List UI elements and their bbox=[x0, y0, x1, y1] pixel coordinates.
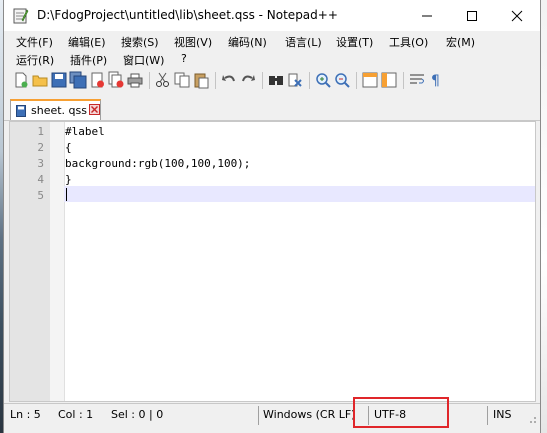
code-line: #label bbox=[65, 125, 105, 138]
notepadpp-icon bbox=[13, 8, 29, 24]
menu-encoding[interactable]: 编码(N) bbox=[226, 34, 269, 50]
toolbar-separator bbox=[309, 72, 310, 89]
menu-window[interactable]: 窗口(W) bbox=[121, 52, 166, 68]
menu-macro[interactable]: 宏(M) bbox=[444, 34, 477, 50]
menu-run[interactable]: 运行(R) bbox=[14, 52, 56, 68]
encoding-highlight-annotation bbox=[353, 397, 449, 428]
current-line-highlight bbox=[64, 186, 535, 202]
undo-icon[interactable] bbox=[220, 71, 238, 89]
menu-tools[interactable]: 工具(O) bbox=[387, 34, 430, 50]
show-all-chars-icon[interactable]: ¶ bbox=[427, 71, 445, 89]
replace-icon[interactable] bbox=[286, 71, 304, 89]
toolbar-separator bbox=[262, 72, 263, 89]
file-saved-icon bbox=[16, 105, 26, 117]
menu-bar: 文件(F) 编辑(E) 搜索(S) 视图(V) 编码(N) 语言(L) 设置(T… bbox=[4, 31, 540, 67]
save-all-icon[interactable] bbox=[69, 71, 87, 89]
resize-grip-icon[interactable] bbox=[525, 412, 537, 424]
status-column: Col : 1 bbox=[58, 408, 94, 421]
line-number: 2 bbox=[37, 141, 44, 154]
paste-icon[interactable] bbox=[192, 71, 210, 89]
close-icon bbox=[511, 10, 522, 21]
menu-search[interactable]: 搜索(S) bbox=[119, 34, 161, 50]
menu-file[interactable]: 文件(F) bbox=[14, 34, 55, 50]
menu-edit[interactable]: 编辑(E) bbox=[66, 34, 108, 50]
print-icon[interactable] bbox=[126, 71, 144, 89]
line-number: 4 bbox=[37, 173, 44, 186]
text-caret bbox=[66, 188, 67, 201]
title-bar[interactable]: D:\FdogProject\untitled\lib\sheet.qss - … bbox=[4, 0, 540, 31]
toolbar: ¶ bbox=[4, 68, 540, 94]
menu-plugins[interactable]: 插件(P) bbox=[68, 52, 109, 68]
line-number: 1 bbox=[37, 125, 44, 138]
word-wrap-icon[interactable] bbox=[408, 71, 426, 89]
line-number: 5 bbox=[37, 189, 44, 202]
cut-icon[interactable] bbox=[154, 71, 172, 89]
close-file-icon[interactable] bbox=[88, 71, 106, 89]
toolbar-separator bbox=[356, 72, 357, 89]
line-number: 3 bbox=[37, 157, 44, 170]
toolbar-separator bbox=[215, 72, 216, 89]
sync-vertical-icon[interactable] bbox=[361, 71, 379, 89]
maximize-icon bbox=[466, 10, 477, 21]
window-title: D:\FdogProject\untitled\lib\sheet.qss - … bbox=[37, 8, 338, 22]
notepadpp-window: D:\FdogProject\untitled\lib\sheet.qss - … bbox=[3, 0, 541, 433]
status-separator bbox=[258, 406, 259, 425]
status-eol-format[interactable]: Windows (CR LF) bbox=[263, 408, 355, 421]
save-icon[interactable] bbox=[50, 71, 68, 89]
menu-view[interactable]: 视图(V) bbox=[172, 34, 214, 50]
close-window-button[interactable] bbox=[494, 0, 539, 31]
svg-text:¶: ¶ bbox=[431, 73, 440, 89]
menu-settings[interactable]: 设置(T) bbox=[334, 34, 375, 50]
redo-icon[interactable] bbox=[239, 71, 257, 89]
minimize-button[interactable] bbox=[404, 0, 449, 31]
code-line: background:rgb(100,100,100); bbox=[65, 157, 251, 170]
tab-label: sheet. qss bbox=[31, 104, 87, 117]
sync-horizontal-icon[interactable] bbox=[380, 71, 398, 89]
code-line: } bbox=[65, 173, 72, 186]
status-separator bbox=[487, 406, 488, 425]
status-line: Ln : 5 bbox=[10, 408, 41, 421]
fold-margin[interactable] bbox=[50, 122, 65, 401]
tab-sheet-qss[interactable]: sheet. qss bbox=[10, 99, 101, 120]
menu-help[interactable]: ? bbox=[179, 52, 189, 65]
zoom-out-icon[interactable] bbox=[333, 71, 351, 89]
maximize-button[interactable] bbox=[449, 0, 494, 31]
minimize-icon bbox=[421, 15, 432, 16]
find-icon[interactable] bbox=[267, 71, 285, 89]
close-all-icon[interactable] bbox=[107, 71, 125, 89]
tab-strip: sheet. qss bbox=[4, 96, 540, 121]
code-line: { bbox=[65, 141, 72, 154]
status-selection: Sel : 0 | 0 bbox=[111, 408, 164, 421]
toolbar-separator bbox=[403, 72, 404, 89]
tab-close-icon[interactable] bbox=[89, 104, 100, 115]
copy-icon[interactable] bbox=[173, 71, 191, 89]
line-number-gutter: 1 2 3 4 5 bbox=[10, 122, 50, 401]
status-bar: Ln : 5 Col : 1 Sel : 0 | 0 Windows (CR L… bbox=[4, 403, 540, 428]
status-insert-mode: INS bbox=[493, 408, 512, 421]
zoom-in-icon[interactable] bbox=[314, 71, 332, 89]
new-file-icon[interactable] bbox=[12, 71, 30, 89]
open-file-icon[interactable] bbox=[31, 71, 49, 89]
code-editor[interactable]: 1 2 3 4 5 #label { background:rgb(100,10… bbox=[9, 121, 536, 402]
toolbar-separator bbox=[149, 72, 150, 89]
menu-language[interactable]: 语言(L) bbox=[283, 34, 324, 50]
